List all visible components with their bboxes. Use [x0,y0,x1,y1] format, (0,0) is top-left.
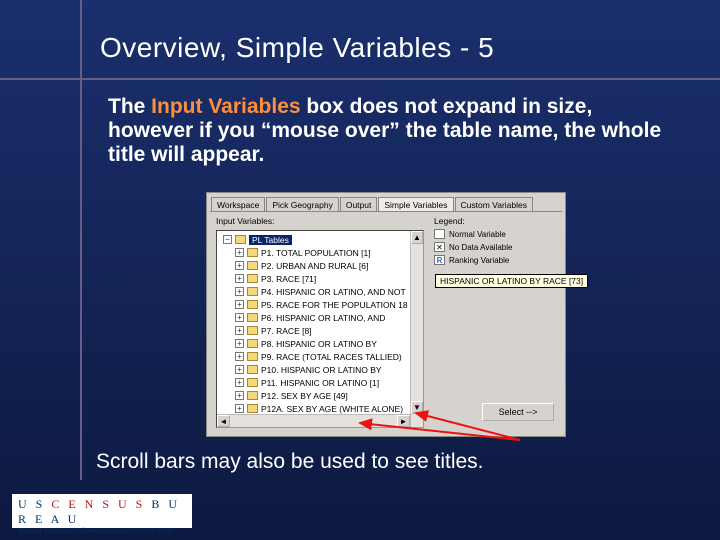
hover-tooltip: HISPANIC OR LATINO BY RACE [73] [435,274,588,288]
tree-item-label: P7. RACE [8] [261,326,312,336]
logo-line2: Helping You Make Informed Decisions • 19… [18,527,186,535]
tree-item-label: P11. HISPANIC OR LATINO [1] [261,378,379,388]
logo-part1: U S [18,497,51,511]
tree-item-label: P1. TOTAL POPULATION [1] [261,248,371,258]
input-variables-tree[interactable]: − PL Tables + P1. TOTAL POPULATION [1] + P2… [216,230,424,428]
folder-icon [247,378,258,387]
select-button[interactable]: Select --> [482,403,554,421]
tab-custom-variables[interactable]: Custom Variables [455,197,533,212]
tab-output[interactable]: Output [340,197,378,212]
folder-icon [247,391,258,400]
expand-icon[interactable]: + [235,339,244,348]
tree-item-label: P9. RACE (TOTAL RACES TALLIED) [261,352,402,362]
legend-panel: Legend: Normal Variable ✕ No Data Availa… [434,216,556,268]
tree-item[interactable]: + P10. HISPANIC OR LATINO BY [235,363,423,376]
legend-icon-nodata: ✕ [434,242,445,252]
folder-icon [247,352,258,361]
tree-item[interactable]: + P7. RACE [8] [235,324,423,337]
tree-item-label: P10. HISPANIC OR LATINO BY [261,365,382,375]
expand-icon[interactable]: + [235,391,244,400]
tree-root-container: − PL Tables + P1. TOTAL POPULATION [1] + P2… [217,231,423,428]
tab-workspace[interactable]: Workspace [211,197,265,212]
divider-vertical [80,0,82,480]
collapse-icon[interactable]: − [223,235,232,244]
tree-item-label: P4. HISPANIC OR LATINO, AND NOT [261,287,406,297]
legend-icon-normal [434,229,445,239]
slide-title: Overview, Simple Variables - 5 [100,32,494,64]
body-paragraph-2: Scroll bars may also be used to see titl… [96,450,676,474]
legend-icon-ranking: R [434,255,445,265]
expand-icon[interactable]: + [235,365,244,374]
legend-label-nodata: No Data Available [449,243,512,252]
tree-item[interactable]: + P12. SEX BY AGE [49] [235,389,423,402]
folder-icon [247,287,258,296]
tab-bar: Workspace Pick Geography Output Simple V… [207,193,565,211]
tree-root-label: PL Tables [249,235,292,245]
scroll-down-button[interactable]: ▼ [411,401,423,414]
folder-icon [247,300,258,309]
expand-icon[interactable]: + [235,300,244,309]
legend-row-normal: Normal Variable [434,229,556,239]
body-paragraph-1: The Input Variables box does not expand … [108,95,668,167]
tree-item[interactable]: + P9. RACE (TOTAL RACES TALLIED) [235,350,423,363]
tree-item[interactable]: + P6. HISPANIC OR LATINO, AND [235,311,423,324]
tree-item[interactable]: + P8. HISPANIC OR LATINO BY [235,337,423,350]
expand-icon[interactable]: + [235,261,244,270]
folder-icon [247,261,258,270]
app-window: Workspace Pick Geography Output Simple V… [206,192,566,437]
tree-item-label: P5. RACE FOR THE POPULATION 18 [261,300,408,310]
folder-icon [247,274,258,283]
folder-icon [247,404,258,413]
tab-pane: Input Variables: − PL Tables +P1. TOTAL … [210,211,562,431]
folder-icon [247,313,258,322]
tree-root-node[interactable]: − PL Tables [223,233,423,246]
scroll-right-button[interactable]: ► [397,415,410,427]
legend-title: Legend: [434,216,556,226]
logo-part2: C E N S U S [51,497,145,511]
tree-item[interactable]: + P11. HISPANIC OR LATINO [1] [235,376,423,389]
expand-icon[interactable]: + [235,248,244,257]
expand-icon[interactable]: + [235,326,244,335]
expand-icon[interactable]: + [235,378,244,387]
tree-item-label: P3. RACE [71] [261,274,316,284]
tree-item[interactable]: + P4. HISPANIC OR LATINO, AND NOT [235,285,423,298]
logo-line1: U S C E N S U S B U R E A U [18,497,186,527]
legend-label-normal: Normal Variable [449,230,506,239]
folder-icon [247,339,258,348]
tab-simple-variables[interactable]: Simple Variables [378,197,453,212]
tree-item[interactable]: + P3. RACE [71] [235,272,423,285]
folder-icon [235,235,246,244]
tree-item-label: P12. SEX BY AGE [49] [261,391,348,401]
tree-item[interactable]: + P5. RACE FOR THE POPULATION 18 [235,298,423,311]
folder-icon [247,365,258,374]
scroll-left-button[interactable]: ◄ [217,415,230,427]
tree-item-label: P12A. SEX BY AGE (WHITE ALONE) [261,404,403,414]
folder-icon [247,248,258,257]
para1-highlight: Input Variables [151,95,300,118]
scroll-up-button[interactable]: ▲ [411,231,423,244]
scrollbar-vertical[interactable]: ▲ ▼ [410,231,423,427]
expand-icon[interactable]: + [235,274,244,283]
tree-item-label: P6. HISPANIC OR LATINO, AND [261,313,385,323]
divider-horizontal [0,78,720,80]
tab-pick-geography[interactable]: Pick Geography [266,197,338,212]
expand-icon[interactable]: + [235,313,244,322]
expand-icon[interactable]: + [235,287,244,296]
legend-label-ranking: Ranking Variable [449,256,509,265]
tree-item[interactable]: + P2. URBAN AND RURAL [6] [235,259,423,272]
para1-pre: The [108,95,151,118]
scrollbar-horizontal[interactable]: ◄ ► [217,414,410,427]
tree-item-label: P2. URBAN AND RURAL [6] [261,261,368,271]
folder-icon [247,326,258,335]
expand-icon[interactable]: + [235,404,244,413]
tree-item[interactable]: + P1. TOTAL POPULATION [1] [235,246,423,259]
tree-item-label: P8. HISPANIC OR LATINO BY [261,339,377,349]
expand-icon[interactable]: + [235,352,244,361]
census-logo: U S C E N S U S B U R E A U Helping You … [12,494,192,528]
legend-row-ranking: R Ranking Variable [434,255,556,265]
legend-row-nodata: ✕ No Data Available [434,242,556,252]
